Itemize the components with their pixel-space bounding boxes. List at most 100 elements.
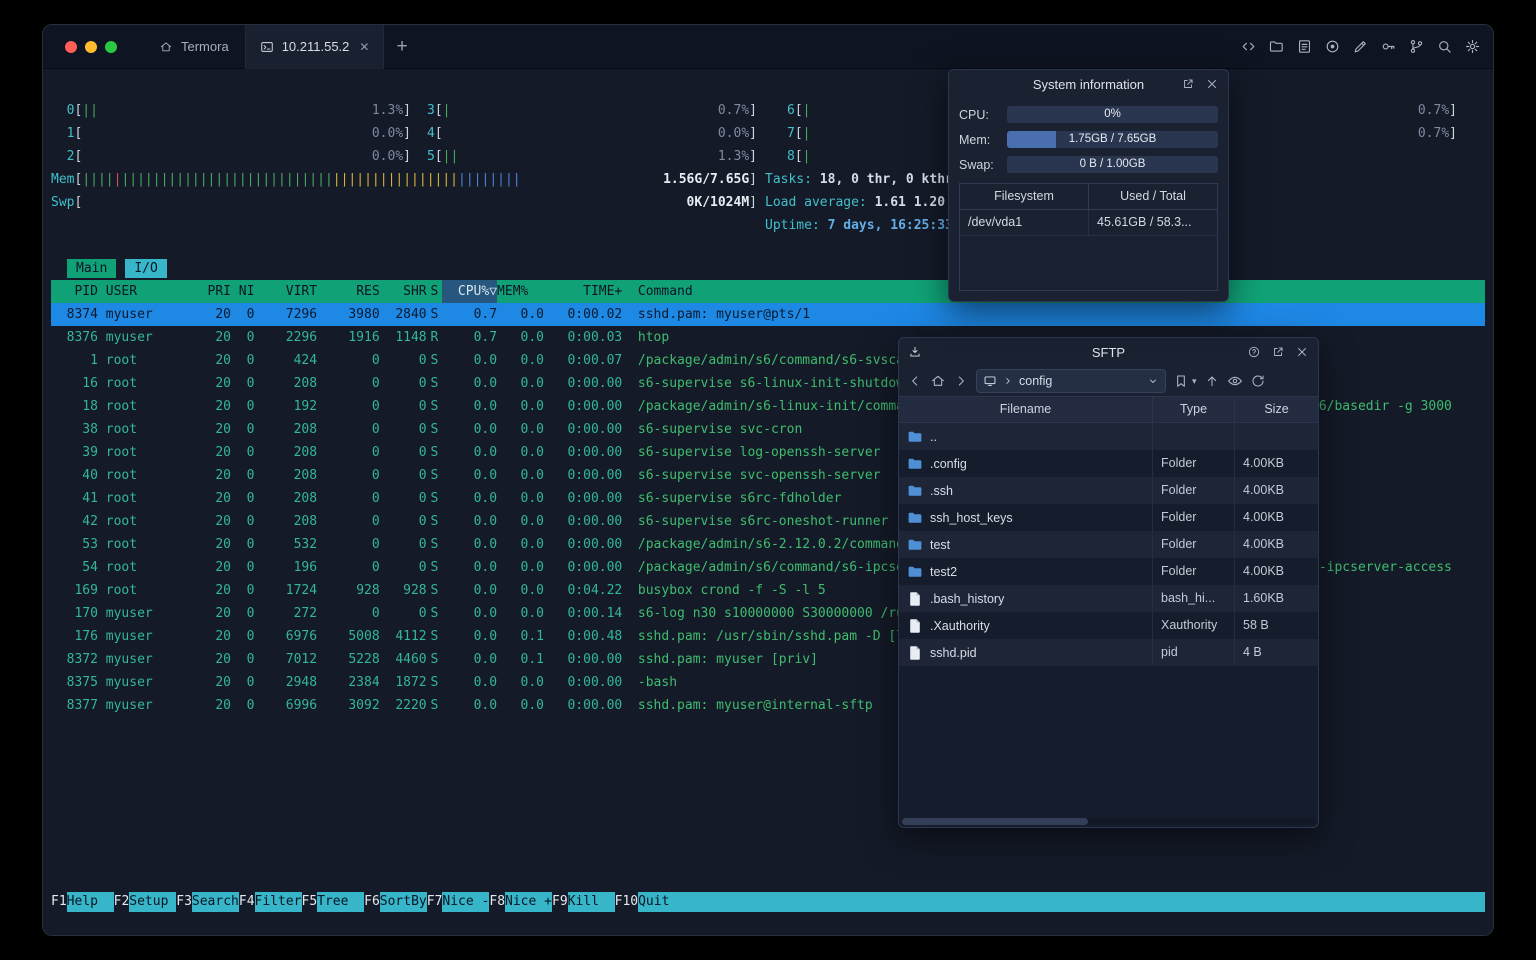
file-name: .Xauthority xyxy=(930,618,990,633)
tab-session[interactable]: 10.211.55.2 ✕ xyxy=(244,25,385,69)
column-header-mem[interactable]: MEM% xyxy=(497,280,544,303)
process-row-pid-8374[interactable]: 8374 myuser 20 0 7296 3980 2840 S 0.7 0.0 0:00.02 s… xyxy=(51,303,1485,326)
size-column-header[interactable]: Size xyxy=(1235,397,1318,422)
sftp-file-row-sshd.pid[interactable]: sshd.pid pid 4 B xyxy=(899,639,1318,666)
memory-row: Mem[||||||||||||||||||||||||||||||||||||… xyxy=(51,168,1485,191)
fkey-label-f4[interactable]: Filter xyxy=(254,892,302,912)
column-header-user[interactable]: USER xyxy=(98,280,200,303)
home-directory-icon[interactable] xyxy=(930,373,946,389)
show-hidden-files-icon[interactable] xyxy=(1227,373,1243,389)
fkey-label-f5[interactable]: Tree xyxy=(317,892,365,912)
column-header-s[interactable]: S xyxy=(427,280,443,303)
process-cell: S xyxy=(430,468,439,483)
column-header-time[interactable]: TIME+ xyxy=(544,280,622,303)
process-cell: 928 xyxy=(403,583,427,598)
bookmark-icon[interactable] xyxy=(1173,373,1189,389)
fkey-label-f1[interactable]: Help xyxy=(66,892,114,912)
fkey-label-f3[interactable]: Search xyxy=(191,892,239,912)
path-dropdown-icon[interactable] xyxy=(1147,375,1159,387)
refresh-icon[interactable] xyxy=(1250,373,1266,389)
bookmark-dropdown-icon[interactable]: ▾ xyxy=(1192,376,1197,387)
meter-fill: || xyxy=(442,149,459,164)
minimize-window-button[interactable] xyxy=(85,40,97,53)
record-icon[interactable] xyxy=(1324,38,1341,55)
sftp-file-row-test2[interactable]: test2 Folder 4.00KB xyxy=(899,558,1318,585)
sftp-file-row-test[interactable]: test Folder 4.00KB xyxy=(899,531,1318,558)
cpu-meter-caption: 6 xyxy=(787,103,795,118)
tab-home[interactable]: Termora xyxy=(143,25,245,69)
zoom-window-button[interactable] xyxy=(105,40,117,53)
key-icon[interactable] xyxy=(1380,38,1397,55)
cpu-meter-2: 2[0.0%] xyxy=(51,145,411,168)
process-cell: 5228 xyxy=(348,652,380,667)
search-icon[interactable] xyxy=(1436,38,1453,55)
help-icon[interactable] xyxy=(1247,345,1261,359)
fkey-label-f6[interactable]: SortBy xyxy=(379,892,427,912)
sftp-file-row-..[interactable]: .. xyxy=(899,423,1318,450)
filesystem-row[interactable]: /dev/vda1 45.61GB / 58.3... xyxy=(960,210,1217,236)
code-icon[interactable] xyxy=(1240,38,1257,55)
path-breadcrumb[interactable]: config xyxy=(976,369,1166,393)
fkey-f6[interactable]: F6 xyxy=(364,892,380,912)
fkey-label-f7[interactable]: Nice - xyxy=(442,892,490,912)
process-cell: 0 xyxy=(246,330,255,345)
column-header-pri[interactable]: PRI xyxy=(200,280,231,303)
fkey-f5[interactable]: F5 xyxy=(302,892,318,912)
scrollbar-thumb[interactable] xyxy=(902,818,1088,825)
open-in-window-icon[interactable] xyxy=(1271,345,1285,359)
edit-icon[interactable] xyxy=(1352,38,1369,55)
horizontal-scrollbar[interactable] xyxy=(902,818,1315,825)
close-tab-icon[interactable]: ✕ xyxy=(359,40,369,54)
process-cell: 0 xyxy=(371,399,380,414)
memory-progress-bar: 1.75GB / 7.65GB xyxy=(1007,131,1218,148)
fkey-label-f2[interactable]: Setup xyxy=(129,892,177,912)
sftp-file-row-.config[interactable]: .config Folder 4.00KB xyxy=(899,450,1318,477)
fkey-label-f8[interactable]: Nice + xyxy=(505,892,552,912)
fkey-f8[interactable]: F8 xyxy=(489,892,505,912)
close-panel-icon[interactable] xyxy=(1205,77,1219,91)
tasks-icon[interactable] xyxy=(1296,38,1313,55)
sftp-file-row-.ssh[interactable]: .ssh Folder 4.00KB xyxy=(899,477,1318,504)
column-header-ni[interactable]: NI xyxy=(231,280,255,303)
swap-meter: Swp[0K/1024M] xyxy=(51,191,757,214)
cpu-progress-bar: 0% xyxy=(1007,106,1218,123)
column-header-pid[interactable]: PID xyxy=(51,280,97,303)
column-header-shr[interactable]: SHR xyxy=(380,280,426,303)
sftp-file-row-.bash_history[interactable]: .bash_history bash_hi... 1.60KB xyxy=(899,585,1318,612)
sftp-file-row-.Xauthority[interactable]: .Xauthority Xauthority 58 B xyxy=(899,612,1318,639)
process-cell: 6976 xyxy=(285,629,318,644)
new-tab-button[interactable]: + xyxy=(396,25,407,69)
fkey-f3[interactable]: F3 xyxy=(176,892,192,912)
process-cell: myuser xyxy=(105,606,153,621)
filename-column-header[interactable]: Filename xyxy=(899,397,1153,422)
back-icon[interactable] xyxy=(907,373,923,389)
folder-icon[interactable] xyxy=(1268,38,1285,55)
open-in-window-icon[interactable] xyxy=(1181,77,1195,91)
fkey-label-f9[interactable]: Kill xyxy=(567,892,615,912)
column-header-cpu[interactable]: CPU%▽ xyxy=(442,280,498,303)
type-column-header[interactable]: Type xyxy=(1153,397,1235,422)
htop-tab-io[interactable]: I/O xyxy=(125,259,167,278)
htop-tab-main[interactable]: Main xyxy=(67,259,117,278)
fkey-f7[interactable]: F7 xyxy=(427,892,443,912)
process-cell: S xyxy=(430,422,439,437)
sftp-file-row-ssh_host_keys[interactable]: ssh_host_keys Folder 4.00KB xyxy=(899,504,1318,531)
close-panel-icon[interactable] xyxy=(1295,345,1309,359)
fkey-f2[interactable]: F2 xyxy=(114,892,130,912)
column-header-virt[interactable]: VIRT xyxy=(254,280,317,303)
branch-icon[interactable] xyxy=(1408,38,1425,55)
process-cell: 0.0 xyxy=(520,491,544,506)
cpu-meter-value: 1.3% xyxy=(371,103,404,118)
fkey-label-f10[interactable]: Quit xyxy=(638,892,1485,912)
process-cell: 4460 xyxy=(395,652,427,667)
fkey-f4[interactable]: F4 xyxy=(239,892,255,912)
fkey-f1[interactable]: F1 xyxy=(51,892,67,912)
fkey-f9[interactable]: F9 xyxy=(552,892,568,912)
parent-directory-icon[interactable] xyxy=(1204,373,1220,389)
column-header-res[interactable]: RES xyxy=(317,280,379,303)
meter-spacer xyxy=(51,214,757,237)
fkey-f10[interactable]: F10 xyxy=(615,892,638,912)
close-window-button[interactable] xyxy=(65,40,77,53)
settings-icon[interactable] xyxy=(1464,38,1481,55)
forward-icon[interactable] xyxy=(953,373,969,389)
